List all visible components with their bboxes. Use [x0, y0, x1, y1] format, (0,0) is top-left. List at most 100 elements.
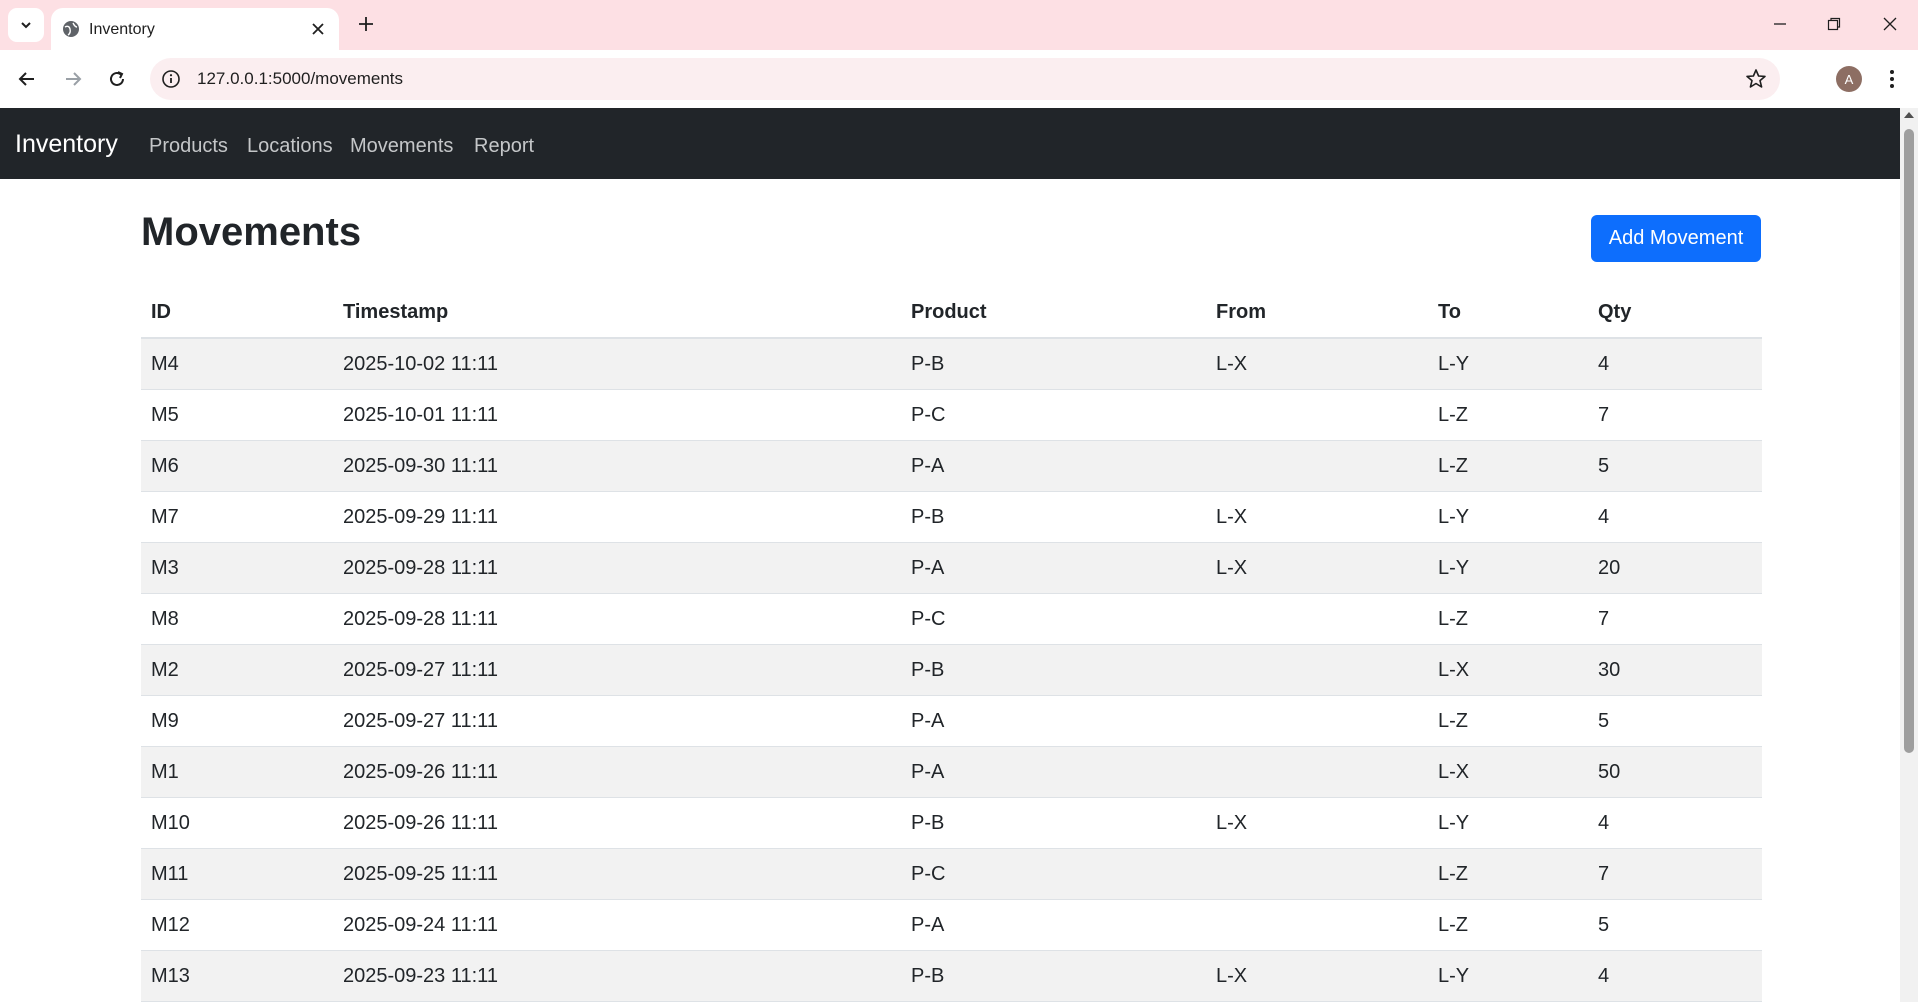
- nav-link-movements[interactable]: Movements: [350, 135, 453, 158]
- close-icon: [1883, 17, 1897, 31]
- cell-from: L-X: [1206, 491, 1428, 543]
- table-row: M10 2025-09-26 11:11 P-B L-X L-Y 4: [141, 797, 1762, 849]
- restore-button[interactable]: [1806, 0, 1862, 48]
- cell-id: M4: [141, 338, 333, 390]
- cell-qty: 5: [1588, 695, 1762, 747]
- table-row: M9 2025-09-27 11:11 P-A L-Z 5: [141, 695, 1762, 747]
- new-tab-button[interactable]: [352, 10, 380, 38]
- cell-timestamp: 2025-09-26 11:11: [333, 797, 901, 849]
- cell-from: [1206, 899, 1428, 951]
- cell-product: P-A: [901, 899, 1206, 951]
- cell-product: P-B: [901, 644, 1206, 696]
- column-header-timestamp: Timestamp: [333, 287, 901, 339]
- close-window-button[interactable]: [1862, 0, 1918, 48]
- cell-timestamp: 2025-09-27 11:11: [333, 644, 901, 696]
- cell-from: [1206, 389, 1428, 441]
- scroll-up-arrow[interactable]: [1904, 112, 1914, 118]
- cell-from: L-X: [1206, 542, 1428, 594]
- nav-link-locations[interactable]: Locations: [247, 135, 333, 158]
- navbar-brand[interactable]: Inventory: [15, 130, 118, 159]
- cell-timestamp: 2025-09-29 11:11: [333, 491, 901, 543]
- cell-product: P-C: [901, 848, 1206, 900]
- cell-timestamp: 2025-09-28 11:11: [333, 542, 901, 594]
- table-row: M6 2025-09-30 11:11 P-A L-Z 5: [141, 440, 1762, 492]
- cell-to: L-Y: [1428, 338, 1588, 390]
- cell-qty: 20: [1588, 542, 1762, 594]
- close-icon: [312, 23, 324, 35]
- cell-qty: 4: [1588, 491, 1762, 543]
- star-icon[interactable]: [1744, 67, 1768, 91]
- more-vertical-icon: [1890, 70, 1894, 88]
- cell-id: M7: [141, 491, 333, 543]
- table-row: M12 2025-09-24 11:11 P-A L-Z 5: [141, 899, 1762, 951]
- cell-timestamp: 2025-09-26 11:11: [333, 746, 901, 798]
- back-button[interactable]: [10, 62, 44, 96]
- info-icon[interactable]: [160, 68, 182, 90]
- cell-from: L-X: [1206, 338, 1428, 390]
- browser-menu-button[interactable]: [1882, 65, 1902, 93]
- cell-to: L-X: [1428, 644, 1588, 696]
- table-row: M2 2025-09-27 11:11 P-B L-X 30: [141, 644, 1762, 696]
- movements-table: ID Timestamp Product From To Qty M4 2025-…: [141, 287, 1762, 1002]
- nav-link-products[interactable]: Products: [149, 135, 228, 158]
- cell-from: [1206, 593, 1428, 645]
- cell-timestamp: 2025-09-24 11:11: [333, 899, 901, 951]
- table-row: M5 2025-10-01 11:11 P-C L-Z 7: [141, 389, 1762, 441]
- cell-to: L-Y: [1428, 491, 1588, 543]
- cell-id: M8: [141, 593, 333, 645]
- column-header-qty: Qty: [1588, 287, 1762, 339]
- add-movement-button[interactable]: Add Movement: [1591, 215, 1761, 262]
- arrow-left-icon: [18, 72, 34, 86]
- profile-avatar[interactable]: A: [1836, 66, 1862, 92]
- table-header-row: ID Timestamp Product From To Qty: [141, 287, 1762, 339]
- cell-product: P-B: [901, 797, 1206, 849]
- cell-qty: 7: [1588, 593, 1762, 645]
- cell-timestamp: 2025-10-02 11:11: [333, 338, 901, 390]
- cell-qty: 5: [1588, 899, 1762, 951]
- column-header-product: Product: [901, 287, 1206, 339]
- tab-search-button[interactable]: [8, 8, 44, 42]
- app-navbar: Inventory Products Locations Movements R…: [0, 108, 1900, 179]
- cell-qty: 7: [1588, 848, 1762, 900]
- browser-tab[interactable]: Inventory: [51, 8, 339, 50]
- table-row: M13 2025-09-23 11:11 P-B L-X L-Y 4: [141, 950, 1762, 1002]
- cell-from: [1206, 644, 1428, 696]
- cell-product: P-A: [901, 440, 1206, 492]
- cell-to: L-Z: [1428, 389, 1588, 441]
- page-title: Movements: [141, 210, 362, 254]
- tab-close-button[interactable]: [307, 18, 329, 40]
- cell-id: M9: [141, 695, 333, 747]
- scroll-thumb[interactable]: [1904, 129, 1914, 753]
- globe-icon: [63, 21, 79, 37]
- table-row: M1 2025-09-26 11:11 P-A L-X 50: [141, 746, 1762, 798]
- cell-product: P-A: [901, 695, 1206, 747]
- cell-product: P-B: [901, 338, 1206, 390]
- address-bar[interactable]: 127.0.0.1:5000/movements: [150, 58, 1780, 100]
- table-body: M4 2025-10-02 11:11 P-B L-X L-Y 4 M5 2025-10-01…: [141, 338, 1762, 1002]
- cell-product: P-C: [901, 593, 1206, 645]
- cell-to: L-Z: [1428, 899, 1588, 951]
- cell-timestamp: 2025-09-25 11:11: [333, 848, 901, 900]
- cell-timestamp: 2025-09-30 11:11: [333, 440, 901, 492]
- table-row: M8 2025-09-28 11:11 P-C L-Z 7: [141, 593, 1762, 645]
- chevron-down-icon: [21, 22, 31, 29]
- cell-to: L-Y: [1428, 542, 1588, 594]
- page-scrollbar[interactable]: [1900, 108, 1918, 1002]
- cell-from: [1206, 440, 1428, 492]
- table-row: M11 2025-09-25 11:11 P-C L-Z 7: [141, 848, 1762, 900]
- cell-qty: 4: [1588, 797, 1762, 849]
- cell-to: L-Z: [1428, 593, 1588, 645]
- cell-timestamp: 2025-09-28 11:11: [333, 593, 901, 645]
- reload-button[interactable]: [100, 62, 134, 96]
- url-text[interactable]: 127.0.0.1:5000/movements: [197, 69, 403, 89]
- column-header-to: To: [1428, 287, 1588, 339]
- cell-product: P-A: [901, 746, 1206, 798]
- forward-button[interactable]: [56, 62, 90, 96]
- table-row: M7 2025-09-29 11:11 P-B L-X L-Y 4: [141, 491, 1762, 543]
- column-header-from: From: [1206, 287, 1428, 339]
- cell-from: [1206, 695, 1428, 747]
- minimize-button[interactable]: [1752, 0, 1808, 48]
- nav-link-report[interactable]: Report: [474, 135, 534, 158]
- cell-qty: 7: [1588, 389, 1762, 441]
- cell-id: M2: [141, 644, 333, 696]
